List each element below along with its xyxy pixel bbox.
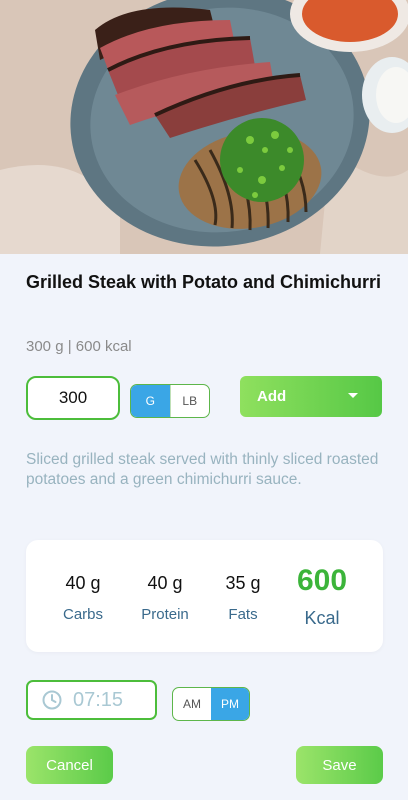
nutrition-fats: 35 g Fats xyxy=(218,573,268,623)
nutrition-kcal: 600 Kcal xyxy=(288,564,356,629)
period-option-am[interactable]: AM xyxy=(173,688,211,720)
time-value: 07:15 xyxy=(73,688,124,711)
save-button[interactable]: Save xyxy=(296,746,383,784)
unit-option-lb[interactable]: LB xyxy=(169,385,210,417)
kcal-label: Kcal xyxy=(304,608,340,628)
quantity-input[interactable]: 300 xyxy=(26,376,120,420)
food-photo xyxy=(0,0,408,254)
fats-value: 35 g xyxy=(225,573,261,593)
clock-icon xyxy=(42,690,62,710)
unit-option-g[interactable]: G xyxy=(131,385,170,417)
carbs-label: Carbs xyxy=(62,606,103,623)
period-option-pm[interactable]: PM xyxy=(211,688,249,720)
caret-down-icon[interactable] xyxy=(348,393,358,398)
unit-toggle: G LB xyxy=(130,384,210,418)
cancel-button[interactable]: Cancel xyxy=(26,746,113,784)
fats-label: Fats xyxy=(228,606,258,623)
kcal-value: 600 xyxy=(296,564,348,597)
nutrition-carbs: 40 g Carbs xyxy=(54,573,112,623)
carbs-value: 40 g xyxy=(65,573,101,593)
protein-value: 40 g xyxy=(147,573,183,593)
product-title: Grilled Steak with Potato and Chimichurr… xyxy=(26,272,382,292)
protein-label: Protein xyxy=(141,606,189,623)
product-description: Sliced grilled steak served with thinly … xyxy=(26,451,379,488)
nutrition-protein: 40 g Protein xyxy=(132,573,198,623)
product-summary: 300 g | 600 kcal xyxy=(26,338,132,355)
add-button[interactable]: Add xyxy=(240,376,382,417)
add-button-label: Add xyxy=(257,388,287,405)
period-toggle: AM PM xyxy=(172,687,250,721)
nutrition-card: 40 g Carbs 40 g Protein 35 g Fats 600 Kc… xyxy=(26,540,383,652)
time-field[interactable]: 07:15 xyxy=(26,680,157,720)
